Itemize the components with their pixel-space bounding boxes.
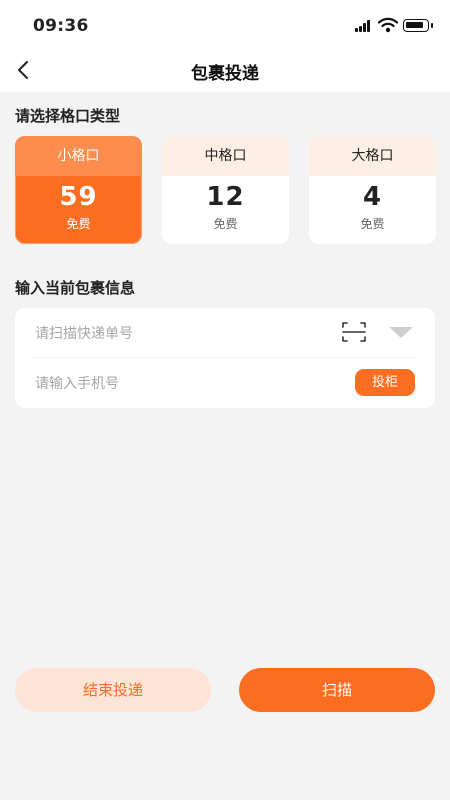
scan-icon[interactable] xyxy=(342,321,366,343)
size-card-label: 小格口 xyxy=(15,136,142,176)
info-section-title: 输入当前包裹信息 xyxy=(15,279,136,297)
scan-button[interactable]: 扫描 xyxy=(239,668,435,712)
size-card-label: 大格口 xyxy=(309,136,436,176)
end-delivery-button[interactable]: 结束投递 xyxy=(15,668,211,712)
size-card-count: 12 xyxy=(206,182,245,212)
tracking-number-input[interactable]: 请扫描快递单号 xyxy=(35,323,133,343)
chevron-down-icon[interactable] xyxy=(389,327,413,338)
size-card-label: 中格口 xyxy=(162,136,289,176)
size-card-fee: 免费 xyxy=(360,217,385,231)
tracking-number-row: 请扫描快递单号 xyxy=(33,308,417,358)
wifi-icon xyxy=(378,17,398,33)
size-card-fee: 免费 xyxy=(66,217,91,231)
size-card-count: 4 xyxy=(362,182,383,212)
nav-bar: 包裹投递 xyxy=(0,48,450,92)
status-time: 09:36 xyxy=(33,16,89,36)
battery-icon xyxy=(403,19,433,32)
phone-input[interactable]: 请输入手机号 xyxy=(35,373,119,393)
package-info-form: 请扫描快递单号 请输入手机号 投柜 xyxy=(15,308,435,408)
signal-icon xyxy=(355,20,373,32)
size-card-fee: 免费 xyxy=(213,217,238,231)
phone-row: 请输入手机号 投柜 xyxy=(33,358,417,408)
page-title: 包裹投递 xyxy=(191,64,259,84)
size-card-count: 59 xyxy=(59,182,98,212)
deposit-button[interactable]: 投柜 xyxy=(355,369,415,396)
status-bar: 09:36 xyxy=(0,0,450,48)
size-card-large[interactable]: 大格口 4 免费 xyxy=(309,136,436,244)
size-card-medium[interactable]: 中格口 12 免费 xyxy=(162,136,289,244)
size-section-title: 请选择格口类型 xyxy=(15,107,121,125)
size-card-small[interactable]: 小格口 59 免费 xyxy=(15,136,142,244)
